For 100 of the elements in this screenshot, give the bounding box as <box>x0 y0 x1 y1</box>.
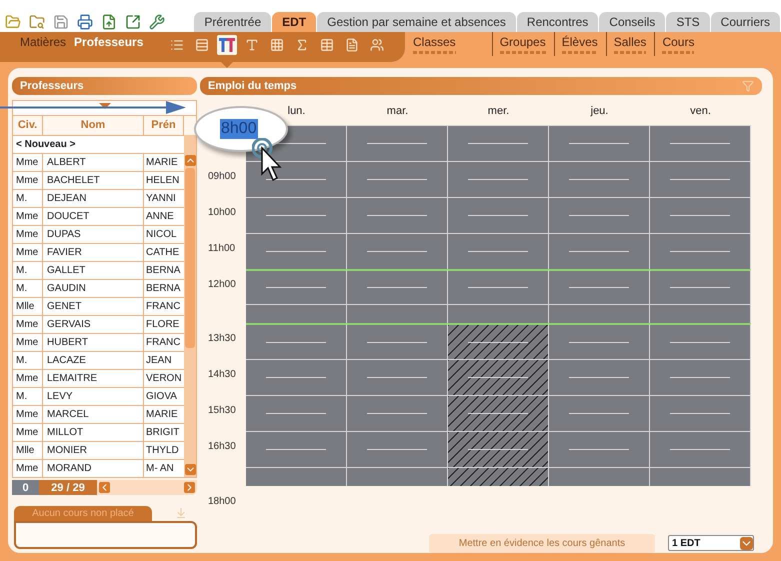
panel-title: Professeurs <box>20 78 84 94</box>
top-tab[interactable]: Conseils <box>599 12 666 32</box>
export-icon[interactable] <box>100 14 118 30</box>
time-slot[interactable] <box>246 160 347 197</box>
table-cell: DUPAS <box>43 226 144 243</box>
table-cell: Mme <box>13 226 43 243</box>
top-tab[interactable]: EDT <box>272 12 316 32</box>
unavailable-slot[interactable] <box>448 395 549 432</box>
table-cell-text: VERON <box>145 372 183 386</box>
dropdown-icon[interactable] <box>740 536 753 550</box>
table-cell-text: YANNI <box>145 192 177 206</box>
table-cell-text: HELEN <box>145 174 180 188</box>
sub-tab[interactable]: Groupes <box>496 32 550 56</box>
table-cell: M. <box>13 352 43 369</box>
table-cell: Mme <box>13 424 43 441</box>
sub-tab[interactable]: Cours <box>658 32 698 56</box>
sub-tab[interactable]: Élèves <box>558 32 602 56</box>
table-cell: FAVIER <box>43 244 144 261</box>
table-cell: MORAND <box>43 460 144 477</box>
table-cell-text: M- AN <box>145 462 175 476</box>
table-cell: MARCEL <box>43 406 144 423</box>
table-cell: Mlle <box>13 442 43 459</box>
table-cell-text: BERNA <box>145 282 182 296</box>
table-cell: MONIER <box>43 442 144 459</box>
time-label: 13h30 <box>208 333 236 344</box>
time-label: 18h00 <box>208 496 236 507</box>
table-cell: M. <box>13 190 43 207</box>
column-header[interactable]: Prén <box>144 116 184 135</box>
scroll-left-icon[interactable] <box>99 482 110 493</box>
table-cell: M. <box>13 262 43 279</box>
table-cell-text: MARIE <box>145 156 179 170</box>
scroll-right-icon[interactable] <box>184 482 195 493</box>
table-cell: Mme <box>13 370 43 387</box>
day-header: jeu. <box>590 104 608 119</box>
top-tab[interactable]: Prérentrée <box>194 12 272 32</box>
table-cell: HUBERT <box>43 334 144 351</box>
sort-icon <box>98 103 110 109</box>
sub-tab[interactable]: Salles <box>610 32 650 56</box>
table-cell: LEVY <box>43 388 144 405</box>
top-tab[interactable]: Rencontres <box>516 12 598 32</box>
table-cell: DEJEAN <box>43 190 144 207</box>
unavailable-slot[interactable] <box>448 466 549 486</box>
sub-tab[interactable]: Classes <box>409 32 460 56</box>
double-t-icon <box>219 38 236 52</box>
day-header: mar. <box>386 104 408 119</box>
scrollbar[interactable] <box>184 135 196 477</box>
new-row[interactable]: < Nouveau > <box>16 137 76 152</box>
top-tab[interactable]: Courriers <box>710 12 780 32</box>
edt-select[interactable]: 1 EDT <box>668 535 754 552</box>
document-icon <box>345 38 360 52</box>
search-folder-icon[interactable] <box>28 14 46 30</box>
time-label: 15h30 <box>208 405 236 416</box>
table-icon <box>320 38 334 52</box>
folder-icon[interactable] <box>4 14 22 30</box>
table-cell: Mme <box>13 172 43 189</box>
t-icon <box>245 38 260 52</box>
table-cell: BACHELET <box>43 172 144 189</box>
top-tab[interactable]: STS <box>666 12 710 32</box>
table-cell: Mme <box>13 460 43 477</box>
sub-tab[interactable]: Matières <box>16 32 70 54</box>
table-cell: Mme <box>13 406 43 423</box>
record-count: 29 / 29 <box>39 480 97 495</box>
day-header: ven. <box>690 104 711 119</box>
table-cell-text: BRIGIT <box>145 426 180 440</box>
save-icon[interactable] <box>52 14 70 30</box>
table-cell: MILLOT <box>43 424 144 441</box>
printer-icon[interactable] <box>76 14 94 30</box>
top-tab[interactable]: Gestion par semaine et absences <box>317 12 516 32</box>
magnified-time: 8h00 <box>220 119 258 139</box>
column-header[interactable]: Nom <box>43 116 144 135</box>
table-cell: GENET <box>43 298 144 315</box>
table-cell: ALBERT <box>43 154 144 171</box>
unavailable-slot[interactable] <box>448 431 549 467</box>
time-label: 09h00 <box>208 170 236 182</box>
grid-icon <box>270 38 284 52</box>
export-icon[interactable] <box>124 14 142 30</box>
table-cell: DOUCET <box>43 208 144 225</box>
scroll-down-icon[interactable] <box>184 464 196 475</box>
tools-icon[interactable] <box>148 14 166 30</box>
table-cell-text: CATHE <box>145 246 180 260</box>
horizontal-scrollbar[interactable] <box>97 480 197 495</box>
table-cell: M. <box>13 280 43 297</box>
table-cell-text: MARIE <box>145 408 179 422</box>
rows-icon <box>195 38 210 52</box>
table-cell: LACAZE <box>43 352 144 369</box>
selected-count: 0 <box>12 480 39 495</box>
column-header[interactable]: Civ. <box>13 116 43 135</box>
table-cell: GERVAIS <box>43 316 144 333</box>
table-cell: GALLET <box>43 262 144 279</box>
table-cell: Mme <box>13 154 43 171</box>
unavailable-slot[interactable] <box>448 359 549 396</box>
table-cell: GAUDIN <box>43 280 144 297</box>
table-cell-text: ANNE <box>145 210 175 224</box>
table-cell: Mlle <box>13 298 43 315</box>
unavailable-slot[interactable] <box>448 323 549 360</box>
scroll-up-icon[interactable] <box>184 155 196 166</box>
sub-tab[interactable]: Professeurs <box>70 32 148 48</box>
table-cell: Mme <box>13 244 43 261</box>
table-cell: Mme <box>13 334 43 351</box>
table-cell-text: FLORE <box>145 318 180 332</box>
